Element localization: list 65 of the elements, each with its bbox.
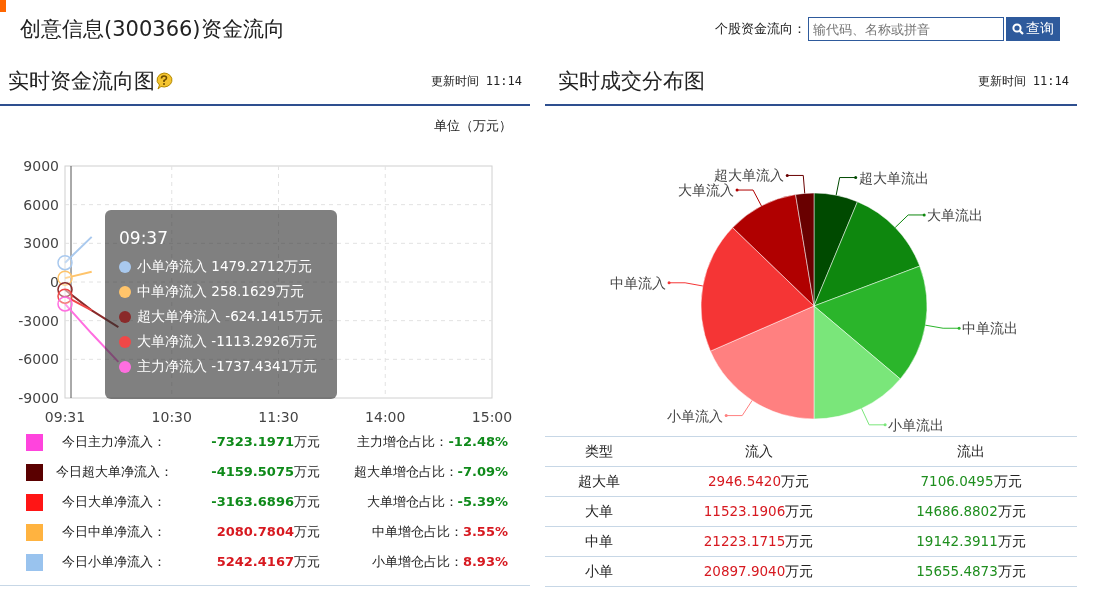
pie-label: 大单流入	[678, 182, 735, 199]
flow-label: 今日超大单净流入：	[54, 463, 174, 481]
x-tick-label: 09:31	[44, 409, 86, 423]
column-header: 类型	[545, 436, 652, 467]
search-label: 个股资金流向：	[715, 20, 806, 38]
tooltip-entry: 主力净流入 -1737.4341万元	[137, 357, 318, 376]
panel-title: 实时资金流向图	[8, 68, 155, 95]
tooltip-entry: 小单净流入 1479.2712万元	[137, 257, 313, 276]
tooltip-time: 09:37	[119, 228, 169, 248]
outflow-cell: 14686.8802万元	[865, 496, 1077, 527]
flow-amount: -3163.6896万元	[210, 493, 320, 511]
ratio-text: 小单增仓占比：8.93%	[370, 553, 508, 571]
x-tick-label: 11:30	[258, 409, 299, 423]
y-tick-label: 6000	[23, 196, 59, 213]
tooltip-entry: 超大单净流入 -624.1415万元	[137, 307, 323, 326]
x-tick-label: 10:30	[151, 409, 192, 423]
search-field[interactable]: 输代码、名称或拼音	[808, 17, 1004, 41]
y-tick-label: -9000	[18, 390, 59, 406]
x-tick-label: 14:00	[365, 409, 406, 423]
type-cell: 小单	[545, 556, 652, 587]
pie-label: 小单流入	[667, 407, 724, 424]
update-time: 更新时间 11:14	[430, 72, 522, 90]
ratio-text: 中单增仓占比：3.55%	[370, 523, 508, 541]
flow-amount: -7323.1971万元	[210, 433, 320, 451]
flow-amount: 5242.4167万元	[215, 553, 320, 571]
pie-label: 中单流出	[962, 320, 1019, 337]
pie-label: 中单流入	[610, 274, 667, 291]
pie-label: 小单流出	[888, 416, 945, 433]
outflow-cell: 19142.3911万元	[865, 526, 1077, 557]
x-tick-label: 15:00	[471, 409, 513, 423]
unit-label: 单位（万元）	[434, 117, 512, 135]
pie-label: 超大单流出	[858, 169, 929, 186]
y-tick-label: -3000	[18, 312, 59, 329]
outflow-cell: 7106.0495万元	[865, 466, 1077, 497]
flow-label: 今日小单净流入：	[61, 553, 167, 571]
tooltip-entry: 大单净流入 -1113.2926万元	[137, 332, 318, 351]
pie-label: 大单流出	[927, 206, 984, 223]
y-tick-label: 3000	[23, 235, 59, 252]
flow-amount: 2080.7804万元	[215, 523, 320, 541]
page-title: 创意信息(300366)资金流向	[20, 16, 285, 43]
inflow-cell: 20897.9040万元	[652, 556, 865, 587]
outflow-cell: 15655.4873万元	[865, 556, 1077, 587]
ratio-text: 主力增仓占比：-12.48%	[356, 433, 508, 451]
type-cell: 大单	[545, 496, 652, 527]
inflow-cell: 21223.1715万元	[652, 526, 865, 557]
flow-label: 今日主力净流入：	[61, 433, 167, 451]
flow-label: 今日大单净流入：	[61, 493, 167, 511]
y-tick-label: -6000	[18, 351, 59, 368]
inflow-cell: 11523.1906万元	[652, 496, 865, 527]
flow-label: 今日中单净流入：	[61, 523, 167, 541]
column-header: 流入	[652, 436, 865, 467]
panel-title: 实时成交分布图	[558, 68, 705, 95]
ratio-text: 大单增仓占比：-5.39%	[365, 493, 508, 511]
column-header: 流出	[865, 436, 1077, 467]
y-tick-label: 9000	[23, 158, 59, 174]
type-cell: 中单	[545, 526, 652, 557]
search-button[interactable]: 查询	[1006, 17, 1060, 41]
type-cell: 超大单	[545, 466, 652, 497]
pie-label: 超大单流入	[714, 167, 785, 184]
inflow-cell: 2946.5420万元	[652, 466, 865, 497]
ratio-text: 超大单增仓占比：-7.09%	[352, 463, 508, 481]
y-tick-label: 0	[50, 274, 59, 290]
flow-amount: -4159.5075万元	[210, 463, 320, 481]
tooltip-entry: 中单净流入 258.1629万元	[137, 282, 304, 301]
update-time: 更新时间 11:14	[977, 72, 1069, 90]
